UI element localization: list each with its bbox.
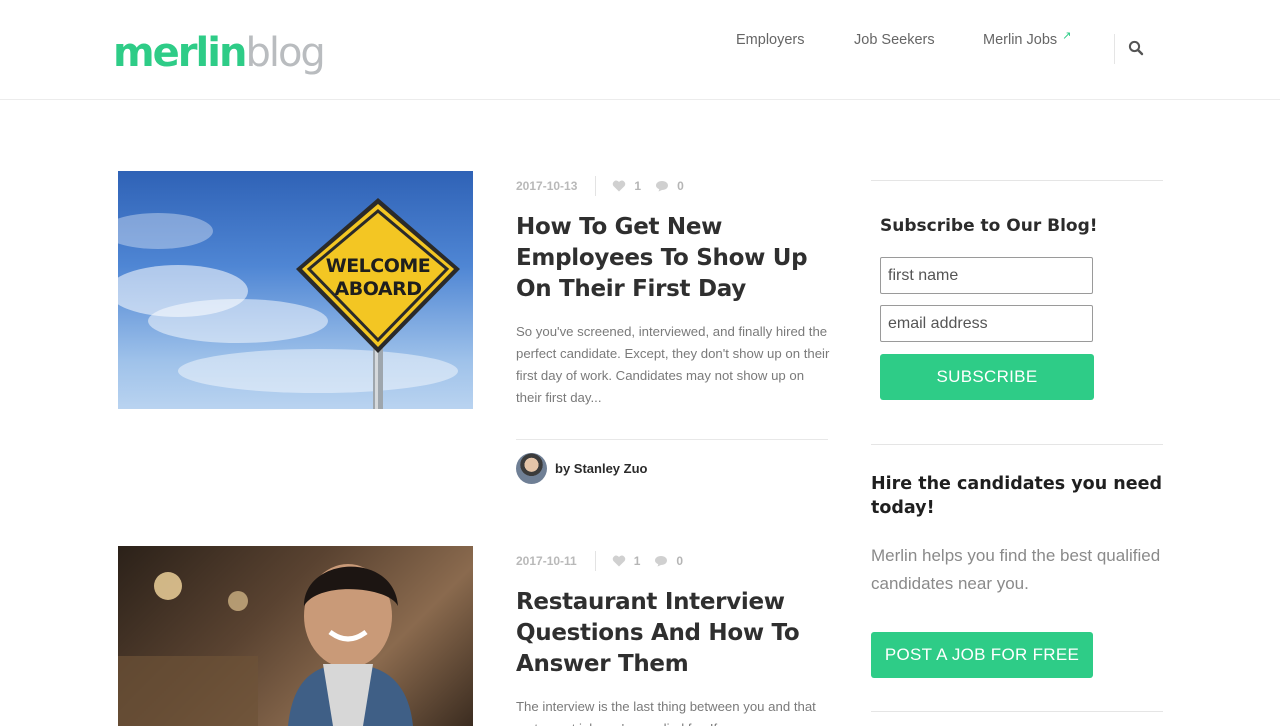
comment-counter[interactable]: 0 xyxy=(654,554,683,568)
comment-counter[interactable]: 0 xyxy=(655,179,684,193)
comment-icon xyxy=(656,181,669,192)
post-divider xyxy=(516,439,828,440)
author-name: by Stanley Zuo xyxy=(555,461,648,476)
like-counter[interactable]: 1 xyxy=(612,554,641,568)
post-meta-2: 2017-10-11 1 0 xyxy=(516,551,697,571)
sidebar-divider xyxy=(871,711,1163,712)
post-date: 2017-10-13 xyxy=(516,179,578,193)
like-count: 1 xyxy=(633,554,641,568)
subscribe-title: Subscribe to Our Blog! xyxy=(880,216,1098,236)
comment-count: 0 xyxy=(676,554,684,568)
sign-text: WELCOME ABOARD xyxy=(300,255,456,301)
post-title[interactable]: How To Get New Employees To Show Up On T… xyxy=(516,212,836,305)
nav-item-merlin-jobs-label: Merlin Jobs xyxy=(983,32,1058,48)
nav-item-job-seekers[interactable]: Job Seekers xyxy=(854,32,954,48)
nav-divider xyxy=(1114,34,1115,64)
post-excerpt: So you've screened, interviewed, and fin… xyxy=(516,324,830,405)
search-button[interactable] xyxy=(1128,40,1148,60)
post-date: 2017-10-11 xyxy=(516,554,577,568)
first-name-field[interactable] xyxy=(880,257,1093,294)
sidebar-divider xyxy=(871,180,1163,181)
hire-text: Merlin helps you find the best qualified… xyxy=(871,546,1161,593)
comment-count: 0 xyxy=(677,179,684,193)
nav-item-merlin-jobs[interactable]: Merlin Jobs ↗ xyxy=(983,30,1093,48)
post-image-welcome-aboard[interactable]: WELCOME ABOARD xyxy=(118,171,473,409)
restaurant-photo-illustration xyxy=(118,564,413,726)
post-job-button[interactable]: POST A JOB FOR FREE xyxy=(871,632,1093,678)
hire-title: Hire the candidates you need today! xyxy=(871,474,1162,518)
nav-item-employers[interactable]: Employers xyxy=(736,32,826,48)
sign-line-2: ABOARD xyxy=(334,278,422,300)
post-excerpt-2: The interview is the last thing between … xyxy=(516,699,816,726)
site-header: merlin blog Employers Job Seekers Merlin… xyxy=(0,0,1280,100)
logo-secondary-text: blog xyxy=(245,30,325,76)
email-field[interactable] xyxy=(880,305,1093,342)
post-author[interactable]: by Stanley Zuo xyxy=(516,453,647,484)
logo-primary-text: merlin xyxy=(113,30,247,76)
meta-divider xyxy=(595,176,597,196)
external-link-icon: ↗ xyxy=(1062,30,1072,42)
meta-divider xyxy=(594,551,596,571)
merlin-blog-logo[interactable]: merlin blog xyxy=(113,30,326,86)
heart-icon xyxy=(613,180,626,192)
sign-line-1: WELCOME xyxy=(325,255,431,277)
author-avatar xyxy=(516,453,547,484)
subscribe-button[interactable]: SUBSCRIBE xyxy=(880,354,1094,400)
post-meta: 2017-10-13 1 0 xyxy=(516,176,698,196)
comment-icon xyxy=(655,556,668,567)
search-icon xyxy=(1128,40,1144,56)
post-image-restaurant[interactable] xyxy=(118,546,473,726)
heart-icon xyxy=(612,555,625,567)
post-title-2[interactable]: Restaurant Interview Questions And How T… xyxy=(516,587,836,680)
like-counter[interactable]: 1 xyxy=(612,179,641,193)
sidebar-divider xyxy=(871,444,1163,445)
like-count: 1 xyxy=(634,179,642,193)
